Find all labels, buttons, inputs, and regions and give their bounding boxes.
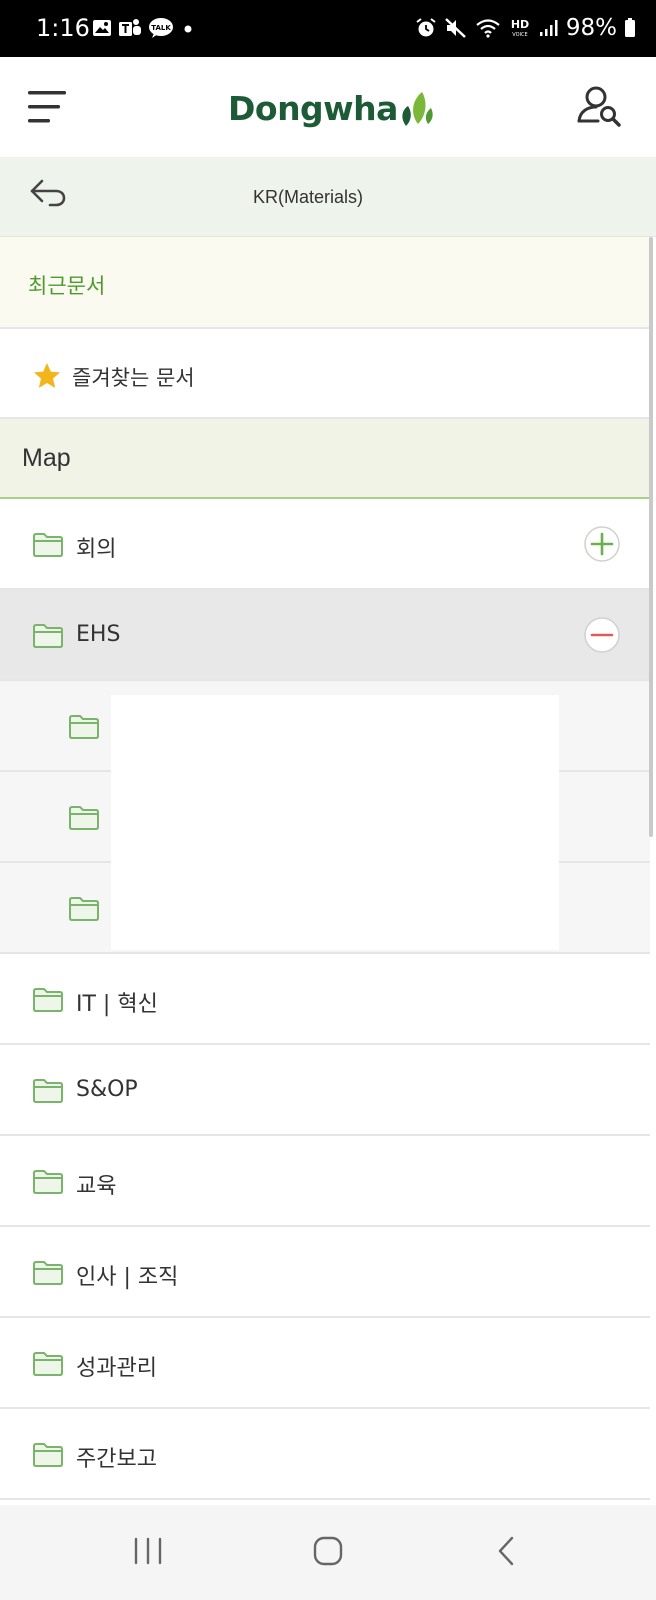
favorite-documents-item[interactable]: 즐겨찾는 문서: [0, 329, 650, 419]
system-nav-bar: [0, 1505, 656, 1600]
recent-documents-label: 최근문서: [28, 274, 106, 298]
map-section-header: Map: [0, 419, 650, 499]
svg-text:TALK: TALK: [151, 24, 171, 32]
app-header: Dongwha: [0, 57, 656, 157]
signal-icon: [539, 20, 558, 36]
status-time: 1:16: [36, 14, 90, 42]
tree-item-meeting[interactable]: 회의: [0, 499, 650, 590]
tree-item-hr-organization[interactable]: 인사 | 조직: [0, 1227, 650, 1318]
mute-icon: [445, 18, 466, 38]
map-title: Map: [22, 444, 71, 472]
plus-circle-icon: [584, 526, 620, 562]
folder-icon: [33, 624, 63, 648]
folder-icon: [33, 1079, 63, 1103]
tree-item-label: 성과관리: [76, 1356, 157, 1381]
folder-icon: [33, 1443, 63, 1467]
folder-icon: [33, 1352, 63, 1376]
dongwha-logo: Dongwha: [228, 83, 436, 133]
nav-back-button[interactable]: [488, 1533, 528, 1569]
home-button[interactable]: [308, 1533, 348, 1569]
hd-voice-icon: HD VOICE: [511, 18, 529, 38]
tree-item-label: 인사 | 조직: [76, 1265, 179, 1290]
sub-header: KR(Materials): [0, 157, 656, 237]
dot-icon: [184, 25, 192, 33]
star-icon: [34, 363, 60, 388]
battery-icon: [625, 18, 635, 37]
recent-apps-button[interactable]: [128, 1533, 168, 1569]
tree-item-label: IT | 혁신: [76, 992, 158, 1017]
wifi-icon: [476, 19, 500, 38]
status-bar: 1:16 TALK HD VOICE 98%: [0, 0, 656, 57]
battery-percent: 98%: [565, 15, 617, 41]
tree-item-sop[interactable]: S&OP: [0, 1045, 650, 1136]
folder-icon: [69, 715, 99, 739]
back-icon: [498, 1536, 514, 1566]
tree-item-it-innovation[interactable]: IT | 혁신: [0, 954, 650, 1045]
collapse-button[interactable]: [583, 616, 621, 654]
svg-text:HD: HD: [511, 18, 529, 31]
tree-item-label: EHS: [76, 622, 121, 647]
notification-icons: TALK: [92, 14, 194, 42]
page-title: KR(Materials): [252, 187, 363, 207]
scrollbar[interactable]: [649, 237, 653, 837]
system-icons: HD VOICE 98%: [415, 14, 636, 42]
expand-button[interactable]: [583, 525, 621, 563]
recent-apps-icon: [134, 1537, 162, 1565]
favorite-documents-label: 즐겨찾는 문서: [72, 366, 195, 390]
tree-item-ehs[interactable]: EHS: [0, 590, 650, 681]
tree-item-education[interactable]: 교육: [0, 1136, 650, 1227]
folder-icon: [33, 988, 63, 1012]
kakaotalk-icon: TALK: [149, 18, 173, 38]
tree-item-weekly-report[interactable]: 주간보고: [0, 1409, 650, 1500]
gallery-icon: [93, 20, 111, 36]
folder-icon: [69, 806, 99, 830]
svg-text:VOICE: VOICE: [512, 32, 527, 38]
recent-documents-item[interactable]: 최근문서: [0, 237, 650, 329]
tree-item-label: 주간보고: [76, 1447, 157, 1472]
home-icon: [313, 1536, 343, 1566]
user-search-button[interactable]: [576, 83, 626, 129]
user-search-icon: [577, 86, 621, 127]
tree-item-label: 교육: [76, 1174, 117, 1199]
logo-text: Dongwha: [228, 88, 398, 128]
menu-button[interactable]: [26, 87, 70, 127]
tree-item-label: S&OP: [76, 1077, 138, 1102]
alarm-icon: [416, 18, 436, 37]
folder-icon: [33, 1170, 63, 1194]
redacted-area: [111, 695, 559, 950]
leaf-icon: [402, 92, 433, 126]
tree-item-performance[interactable]: 성과관리: [0, 1318, 650, 1409]
folder-icon: [33, 1261, 63, 1285]
hamburger-icon: [28, 91, 66, 123]
tree-item-label: 회의: [76, 537, 117, 562]
teams-icon: [119, 19, 141, 36]
folder-icon: [69, 897, 99, 921]
folder-icon: [33, 533, 63, 557]
minus-circle-icon: [584, 617, 620, 653]
